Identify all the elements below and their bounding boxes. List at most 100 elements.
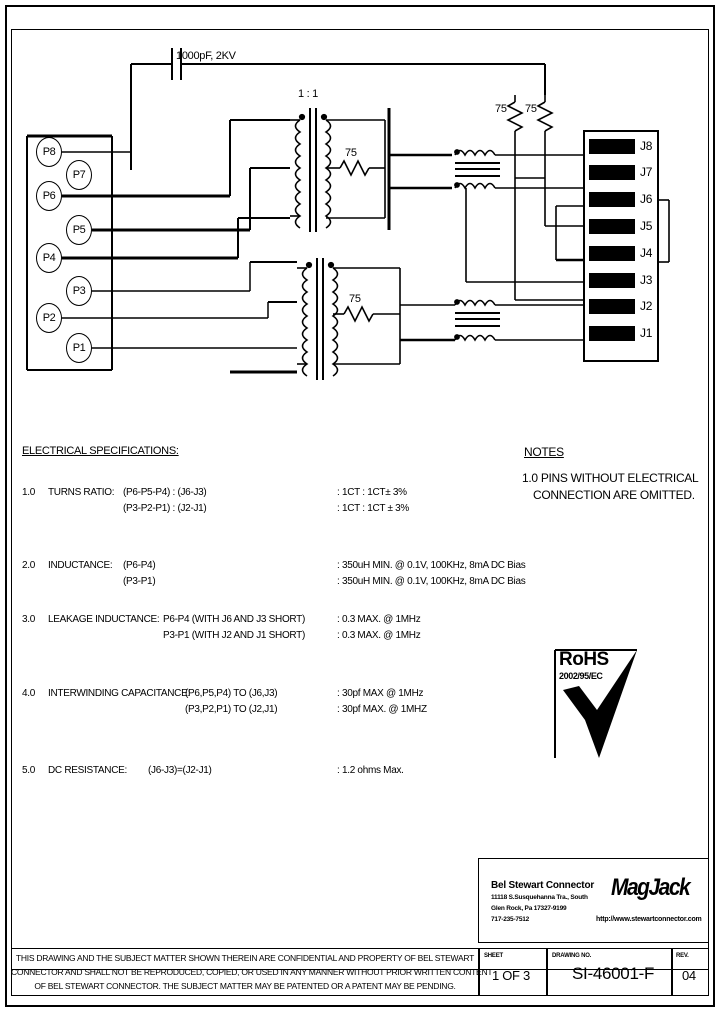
choke1-winding-bottom xyxy=(454,182,496,190)
xfmr2-dot-secondary xyxy=(327,261,335,269)
pin-p6[interactable]: P6 xyxy=(36,181,62,211)
conn-label-j2: J2 xyxy=(640,299,653,313)
xfmr2-resistor-75 xyxy=(343,305,374,323)
sheet-value: 1 OF 3 xyxy=(492,968,530,983)
pin-p3-label: P3 xyxy=(72,285,86,297)
spec-1-name: TURNS RATIO: xyxy=(48,487,115,498)
spec-4-line-1-right: : 30pf MAX. @ 1MHZ xyxy=(337,704,427,715)
choke1-winding-top xyxy=(454,149,496,157)
spec-2-line-0-left: (P6-P4) xyxy=(123,560,156,571)
notes-line-1: 1.0 PINS WITHOUT ELECTRICAL xyxy=(522,471,699,485)
spec-1-line-1-left: (P3-P2-P1) : (J2-J1) xyxy=(123,503,207,514)
conn-pad-j7[interactable] xyxy=(589,165,635,180)
choke2-dot-top xyxy=(454,299,460,305)
resistor-75-label-term-b: 75 xyxy=(525,103,537,115)
pin-p8[interactable]: P8 xyxy=(36,137,62,167)
spec-2-line-1-right: : 350uH MIN. @ 0.1V, 100KHz, 8mA DC Bias xyxy=(337,576,526,587)
pin-p3[interactable]: P3 xyxy=(66,276,92,306)
termination-resistor-75-b xyxy=(536,101,554,132)
sheet-caption: SHEET xyxy=(484,953,504,959)
conn-label-j5: J5 xyxy=(640,219,653,233)
pin-p5[interactable]: P5 xyxy=(66,215,92,245)
spec-1-line-0-right: : 1CT : 1CT± 3% xyxy=(337,487,407,498)
notes-heading: NOTES xyxy=(524,445,564,459)
xfmr1-dot-primary xyxy=(298,113,306,121)
spec-3-name: LEAKAGE INDUCTANCE: xyxy=(48,614,160,625)
pin-p2-label: P2 xyxy=(42,312,56,324)
spec-3-line-0-left: P6-P4 (WITH J6 AND J3 SHORT) xyxy=(163,614,305,625)
conn-pad-j3[interactable] xyxy=(589,273,635,288)
revision-caption: REV. xyxy=(676,953,689,959)
pin-p5-label: P5 xyxy=(72,224,86,236)
conn-label-j7: J7 xyxy=(640,165,653,179)
pin-p4[interactable]: P4 xyxy=(36,243,62,273)
confidentiality-line-1: THIS DRAWING AND THE SUBJECT MATTER SHOW… xyxy=(15,953,475,963)
spec-2-line-1-left: (P3-P1) xyxy=(123,576,156,587)
pin-p1[interactable]: P1 xyxy=(66,333,92,363)
spec-1-line-1-right: : 1CT : 1CT ± 3% xyxy=(337,503,410,514)
rohs-directive: 2002/95/EC xyxy=(559,671,603,681)
choke2-winding-bottom xyxy=(454,334,496,342)
company-website[interactable]: http://www.stewartconnector.com xyxy=(596,916,702,923)
choke2-dot-bottom xyxy=(454,334,460,340)
spec-3-line-1-left: P3-P1 (WITH J2 AND J1 SHORT) xyxy=(163,630,305,641)
spec-4-line-1-left: (P3,P2,P1) TO (J2,J1) xyxy=(185,704,278,715)
company-name: Bel Stewart Connector xyxy=(491,880,595,891)
capacitor-value-label: 1000pF, 2KV xyxy=(176,50,236,62)
revision-value: 04 xyxy=(682,968,696,983)
drawing-sheet: 1000pF, 2KV 1 : 1 75 75 75 75 P8 P7 P6 P… xyxy=(0,0,720,1012)
pin-p4-label: P4 xyxy=(42,252,56,264)
spec-4-line-0-right: : 30pf MAX @ 1MHz xyxy=(337,688,424,699)
spec-2-line-0-right: : 350uH MIN. @ 0.1V, 100KHz, 8mA DC Bias xyxy=(337,560,526,571)
drawing-number-value: SI-46001-F xyxy=(572,964,655,983)
resistor-75-label-term-a: 75 xyxy=(495,103,507,115)
pin-p7[interactable]: P7 xyxy=(66,160,92,190)
spec-3-number: 3.0 xyxy=(22,614,36,625)
xfmr2-dot-primary xyxy=(305,261,313,269)
electrical-specifications-heading: ELECTRICAL SPECIFICATIONS: xyxy=(22,445,179,457)
xfmr1-dot-secondary xyxy=(320,113,328,121)
magjack-brand-logo: MagJack xyxy=(611,874,691,901)
xfmr2-secondary-winding xyxy=(331,267,339,377)
notes-line-2: CONNECTION ARE OMITTED. xyxy=(533,488,695,502)
xfmr1-primary-winding xyxy=(294,119,302,229)
pin-p2[interactable]: P2 xyxy=(36,303,62,333)
conn-pad-j2[interactable] xyxy=(589,299,635,314)
termination-resistor-75-a xyxy=(506,101,524,132)
conn-label-j3: J3 xyxy=(640,273,653,287)
spec-1-line-0-left: (P6-P5-P4) : (J6-J3) xyxy=(123,487,207,498)
conn-pad-j6[interactable] xyxy=(589,192,635,207)
xfmr1-secondary-winding xyxy=(324,119,332,229)
spec-3-line-1-right: : 0.3 MAX. @ 1MHz xyxy=(337,630,421,641)
spec-2-number: 2.0 xyxy=(22,560,36,571)
pin-p1-label: P1 xyxy=(72,342,86,354)
conn-label-j8: J8 xyxy=(640,139,653,153)
pin-p7-label: P7 xyxy=(72,169,86,181)
conn-pad-j4[interactable] xyxy=(589,246,635,261)
pin-p8-label: P8 xyxy=(42,146,56,158)
conn-label-j6: J6 xyxy=(640,192,653,206)
company-address-line1: 11118 S.Susquehanna Tra., South xyxy=(491,894,588,901)
conn-label-j1: J1 xyxy=(640,326,653,340)
spec-5-line-0-right: : 1.2 ohms Max. xyxy=(337,765,404,776)
spec-2-name: INDUCTANCE: xyxy=(48,560,113,571)
conn-label-j4: J4 xyxy=(640,246,653,260)
spec-4-number: 4.0 xyxy=(22,688,36,699)
transformer-ratio-label: 1 : 1 xyxy=(298,88,318,100)
resistor-75-label-xfmr2: 75 xyxy=(349,293,361,305)
resistor-75-label-xfmr1: 75 xyxy=(345,147,357,159)
spec-4-line-0-left: (P6,P5,P4) TO (J6,J3) xyxy=(185,688,278,699)
spec-5-name: DC RESISTANCE: xyxy=(48,765,127,776)
confidentiality-line-2: CONNECTOR AND SHALL NOT BE REPRODUCED, C… xyxy=(11,967,493,977)
rohs-title: RoHS xyxy=(559,649,609,670)
spec-3-line-0-right: : 0.3 MAX. @ 1MHz xyxy=(337,614,421,625)
company-phone: 717-235-7512 xyxy=(491,916,530,923)
conn-pad-j8[interactable] xyxy=(589,139,635,154)
pin-p6-label: P6 xyxy=(42,190,56,202)
spec-5-line-0-left: (J6-J3)=(J2-J1) xyxy=(148,765,212,776)
conn-pad-j5[interactable] xyxy=(589,219,635,234)
xfmr2-primary-winding xyxy=(301,267,309,377)
conn-pad-j1[interactable] xyxy=(589,326,635,341)
spec-1-number: 1.0 xyxy=(22,487,36,498)
choke1-dot-bottom xyxy=(454,182,460,188)
